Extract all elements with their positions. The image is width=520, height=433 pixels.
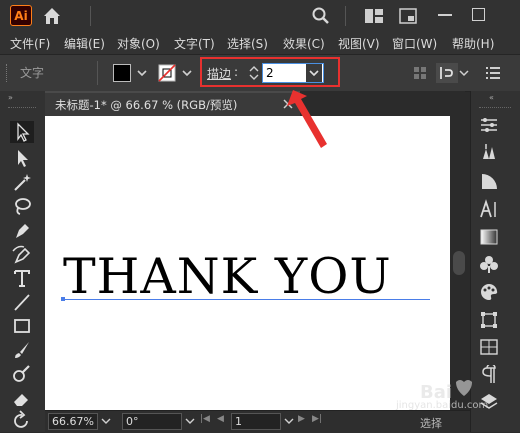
previous-artboard-icon[interactable]: ◀: [217, 414, 224, 424]
align-icon[interactable]: [478, 337, 500, 357]
title-bar: Ai: [0, 0, 520, 32]
stroke-swatch[interactable]: [158, 64, 176, 82]
menu-file[interactable]: 文件(F): [10, 35, 50, 52]
app-logo: Ai: [10, 5, 32, 26]
rotation-value: 0°: [126, 415, 139, 428]
menu-help[interactable]: 帮助(H): [452, 35, 494, 52]
align-dropdown-icon[interactable]: [458, 64, 474, 82]
artboard[interactable]: THANK YOU: [45, 116, 450, 410]
document-tab[interactable]: 未标题-1* @ 66.67 % (RGB/预览): [45, 91, 300, 116]
character-icon[interactable]: [478, 199, 500, 219]
minimize-icon[interactable]: [438, 14, 452, 16]
transform-icon[interactable]: [478, 310, 500, 330]
paintbrush-icon[interactable]: [10, 339, 34, 361]
lasso-icon[interactable]: [10, 195, 34, 217]
panel-menu-icon[interactable]: [486, 67, 500, 79]
baseline-anchor: [61, 297, 65, 301]
fill-swatch[interactable]: [113, 64, 131, 82]
zoom-dropdown-icon[interactable]: [100, 413, 112, 429]
scrollbar-thumb[interactable]: [453, 251, 465, 275]
magic-wand-icon[interactable]: [10, 171, 34, 193]
first-artboard-icon[interactable]: |◀: [200, 414, 210, 424]
menu-effect[interactable]: 效果(C): [283, 35, 325, 52]
symbols-icon[interactable]: [478, 254, 500, 274]
stroke-label[interactable]: 描边: [207, 65, 231, 82]
tools-panel: »: [0, 91, 45, 432]
rotation-field[interactable]: 0°: [122, 413, 182, 430]
gradient-pie-icon[interactable]: [478, 171, 500, 191]
window-icon[interactable]: [399, 8, 417, 24]
line-tool-icon[interactable]: [10, 291, 34, 313]
stroke-weight-dropdown-icon[interactable]: [306, 64, 322, 82]
rotate-tool-icon[interactable]: [10, 409, 34, 431]
pen-tool-icon[interactable]: [10, 219, 34, 241]
type-tool-icon[interactable]: [10, 267, 34, 289]
stroke-weight-value: 2: [266, 66, 274, 80]
menu-edit[interactable]: 编辑(E): [64, 35, 105, 52]
align-toggle-icon[interactable]: [436, 63, 458, 83]
menu-bar: 文件(F) 编辑(E) 对象(O) 文字(T) 选择(S) 效果(C) 视图(V…: [0, 32, 520, 54]
maximize-icon[interactable]: [472, 8, 485, 21]
menu-object[interactable]: 对象(O): [117, 35, 160, 52]
artboard-text[interactable]: THANK YOU: [63, 252, 392, 301]
collapse-arrows-icon[interactable]: «: [489, 93, 494, 102]
stroke-weight-input[interactable]: 2: [262, 63, 324, 83]
brushes-icon[interactable]: [478, 141, 500, 161]
gradient-icon[interactable]: [478, 227, 500, 247]
text-baseline: [63, 299, 430, 300]
curvature-tool-icon[interactable]: [10, 243, 34, 265]
search-icon[interactable]: [311, 6, 331, 26]
menu-type[interactable]: 文字(T): [174, 35, 215, 52]
grid-icon[interactable]: [413, 66, 427, 80]
panel-grip[interactable]: [479, 107, 511, 111]
status-mode: 选择: [420, 417, 442, 430]
zoom-field[interactable]: 66.67%: [48, 413, 98, 430]
artboard-dropdown-icon[interactable]: [283, 413, 295, 429]
tool-label: 文字: [20, 66, 45, 80]
control-bar: 文字 描边 : 2: [0, 54, 520, 92]
rotation-dropdown-icon[interactable]: [184, 413, 196, 429]
fill-dropdown-icon[interactable]: [134, 64, 150, 82]
stroke-stepper[interactable]: [247, 63, 261, 83]
workspace-icon[interactable]: [364, 8, 384, 24]
stroke-dropdown-icon[interactable]: [179, 64, 195, 82]
paragraph-icon[interactable]: [478, 365, 500, 385]
artboard-number: 1: [235, 415, 242, 428]
last-artboard-icon[interactable]: ▶|: [312, 414, 322, 424]
selection-tool-icon[interactable]: [10, 121, 34, 143]
home-icon[interactable]: [42, 6, 62, 26]
status-bar: 66.67% 0° |◀ ◀ 1 ▶ ▶| 选择: [45, 410, 470, 433]
annotation-arrow: [285, 86, 335, 156]
document-tab-title: 未标题-1* @ 66.67 % (RGB/预览): [55, 98, 238, 112]
menu-select[interactable]: 选择(S): [227, 35, 268, 52]
direct-selection-tool-icon[interactable]: [10, 147, 34, 169]
zoom-value: 66.67%: [52, 415, 94, 428]
shaper-tool-icon[interactable]: [10, 363, 34, 385]
watermark-text: jingyan.baidu.com: [396, 400, 489, 411]
artboard-number-field[interactable]: 1: [231, 413, 281, 430]
vertical-scrollbar[interactable]: [450, 116, 470, 410]
eraser-icon[interactable]: [10, 387, 34, 409]
next-artboard-icon[interactable]: ▶: [298, 414, 305, 424]
title-divider: [90, 6, 91, 26]
title-divider: [345, 6, 346, 26]
rectangle-tool-icon[interactable]: [10, 315, 34, 337]
divider: [97, 61, 98, 85]
grip-handle[interactable]: [6, 64, 10, 82]
menu-view[interactable]: 视图(V): [338, 35, 380, 52]
collapse-arrows-icon[interactable]: »: [8, 93, 13, 102]
tools-grip[interactable]: [8, 107, 36, 111]
color-palette-icon[interactable]: [478, 282, 500, 302]
stroke-label-colon: :: [234, 65, 239, 79]
menu-window[interactable]: 窗口(W): [392, 35, 437, 52]
properties-icon[interactable]: [478, 115, 500, 135]
